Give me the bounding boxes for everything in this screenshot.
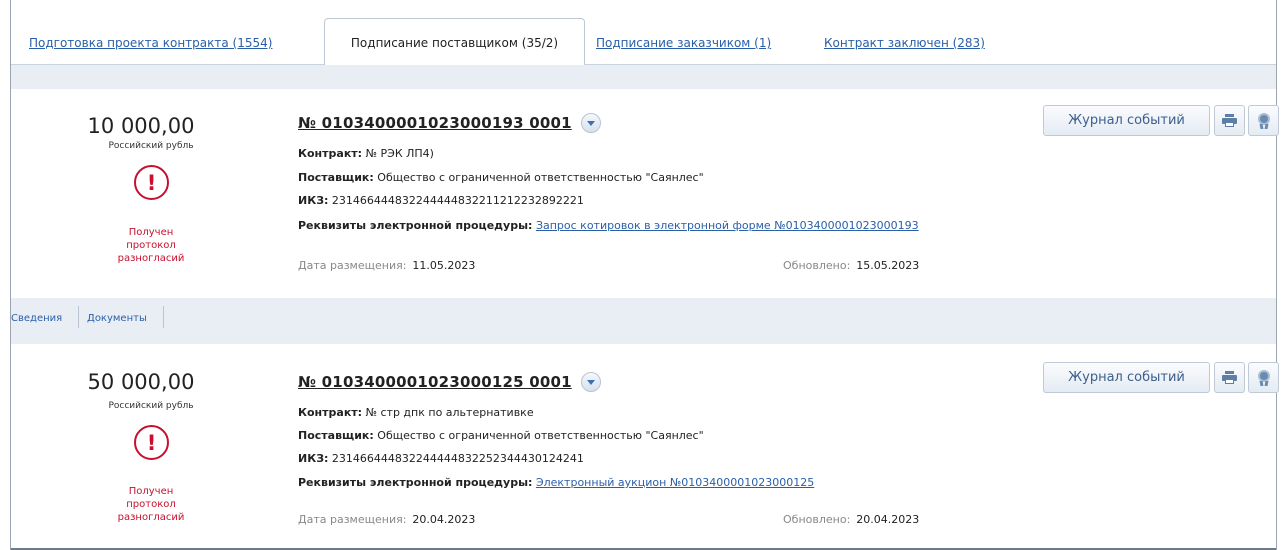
contract-line: Контракт: № РЭК ЛП4) xyxy=(298,147,434,160)
status-line: Получен xyxy=(128,486,174,497)
ikz-value: 231466444832244444832211212232892221 xyxy=(331,194,584,207)
status-line: разногласий xyxy=(117,253,185,264)
printer-icon xyxy=(1222,114,1237,127)
procedure-line: Реквизиты электронной процедуры: Электро… xyxy=(298,476,814,489)
contract-label: Контракт: xyxy=(298,406,363,419)
record-subtabs: Сведения Документы xyxy=(11,298,1276,344)
contract-label: Контракт: xyxy=(298,147,363,160)
status-text: Получен протокол разногласий xyxy=(101,226,201,265)
exclamation-circle-icon: ! xyxy=(134,425,169,460)
award-button[interactable] xyxy=(1248,362,1279,393)
procedure-line: Реквизиты электронной процедуры: Запрос … xyxy=(298,219,919,232)
contract-value: № РЭК ЛП4) xyxy=(365,147,434,160)
contract-number-row: № 0103400001023000125 0001 xyxy=(298,370,601,394)
supplier-value: Общество с ограниченной ответственностью… xyxy=(377,429,704,442)
posted-date: Дата размещения: 20.04.2023 xyxy=(298,513,475,526)
posted-value: 11.05.2023 xyxy=(412,259,476,272)
contract-value: № стр дпк по альтернативке xyxy=(365,406,534,419)
ikz-label: ИКЗ: xyxy=(298,194,329,207)
tab-contract-concluded[interactable]: Контракт заключен (283) xyxy=(824,36,985,50)
frame-right-border xyxy=(1276,0,1277,550)
exclamation-circle-icon: ! xyxy=(134,165,169,200)
medal-icon xyxy=(1256,112,1272,129)
divider xyxy=(78,306,79,328)
subtab-documents[interactable]: Документы xyxy=(87,313,147,324)
ikz-line: ИКЗ: 23146644483224444483221121223289222… xyxy=(298,194,584,207)
tab-bar: Подготовка проекта контракта (1554) Подп… xyxy=(11,0,1276,66)
supplier-line: Поставщик: Общество с ограниченной ответ… xyxy=(298,429,704,442)
updated-date: Обновлено: 15.05.2023 xyxy=(783,259,919,272)
procedure-link[interactable]: Запрос котировок в электронной форме №01… xyxy=(536,219,919,232)
medal-icon xyxy=(1256,369,1272,386)
updated-label: Обновлено: xyxy=(783,259,851,272)
procedure-label: Реквизиты электронной процедуры: xyxy=(298,476,533,489)
updated-value: 20.04.2023 xyxy=(856,513,920,526)
chevron-down-icon[interactable] xyxy=(580,113,601,133)
supplier-label: Поставщик: xyxy=(298,171,374,184)
chevron-down-icon[interactable] xyxy=(580,372,601,392)
event-log-button[interactable]: Журнал событий xyxy=(1043,105,1210,136)
status-line: разногласий xyxy=(117,512,185,523)
tab-contract-draft[interactable]: Подготовка проекта контракта (1554) xyxy=(29,36,272,50)
subtab-info[interactable]: Сведения xyxy=(11,313,62,324)
posted-label: Дата размещения: xyxy=(298,513,407,526)
ikz-line: ИКЗ: 23146644483224444483225234443012424… xyxy=(298,452,584,465)
contract-number-link[interactable]: № 0103400001023000125 0001 xyxy=(298,373,572,391)
event-log-button[interactable]: Журнал событий xyxy=(1043,362,1210,393)
posted-value: 20.04.2023 xyxy=(412,513,476,526)
status-line: Получен xyxy=(128,227,174,238)
contract-line: Контракт: № стр дпк по альтернативке xyxy=(298,406,534,419)
procedure-link[interactable]: Электронный аукцион №0103400001023000125 xyxy=(536,476,814,489)
print-button[interactable] xyxy=(1214,362,1245,393)
posted-label: Дата размещения: xyxy=(298,259,407,272)
currency-label: Российский рубль xyxy=(108,401,194,411)
ikz-value: 231466444832244444832252344430124241 xyxy=(331,452,584,465)
tab-customer-signing[interactable]: Подписание заказчиком (1) xyxy=(596,36,771,50)
ikz-label: ИКЗ: xyxy=(298,452,329,465)
status-line: протокол xyxy=(126,240,176,251)
divider xyxy=(163,306,164,328)
updated-date: Обновлено: 20.04.2023 xyxy=(783,513,919,526)
tab-content-band xyxy=(11,65,1276,89)
posted-date: Дата размещения: 11.05.2023 xyxy=(298,259,475,272)
procedure-label: Реквизиты электронной процедуры: xyxy=(298,219,533,232)
print-button[interactable] xyxy=(1214,105,1245,136)
status-line: протокол xyxy=(126,499,176,510)
contract-card: 10 000,00 Российский рубль ! Получен про… xyxy=(11,90,1279,298)
status-text: Получен протокол разногласий xyxy=(101,485,201,524)
contract-amount: 50 000,00 xyxy=(87,370,195,394)
contract-number-link[interactable]: № 0103400001023000193 0001 xyxy=(298,114,572,132)
supplier-value: Общество с ограниченной ответственностью… xyxy=(377,171,704,184)
tab-supplier-signing-label: Подписание поставщиком (35/2) xyxy=(350,35,559,50)
award-button[interactable] xyxy=(1248,105,1279,136)
contract-number-row: № 0103400001023000193 0001 xyxy=(298,111,601,135)
currency-label: Российский рубль xyxy=(108,141,194,151)
printer-icon xyxy=(1222,371,1237,384)
tab-supplier-signing[interactable]: Подписание поставщиком (35/2) xyxy=(324,18,585,66)
contract-card: 50 000,00 Российский рубль ! Получен про… xyxy=(11,344,1279,548)
supplier-line: Поставщик: Общество с ограниченной ответ… xyxy=(298,171,704,184)
updated-value: 15.05.2023 xyxy=(856,259,920,272)
contract-amount: 10 000,00 xyxy=(87,114,195,138)
updated-label: Обновлено: xyxy=(783,513,851,526)
supplier-label: Поставщик: xyxy=(298,429,374,442)
